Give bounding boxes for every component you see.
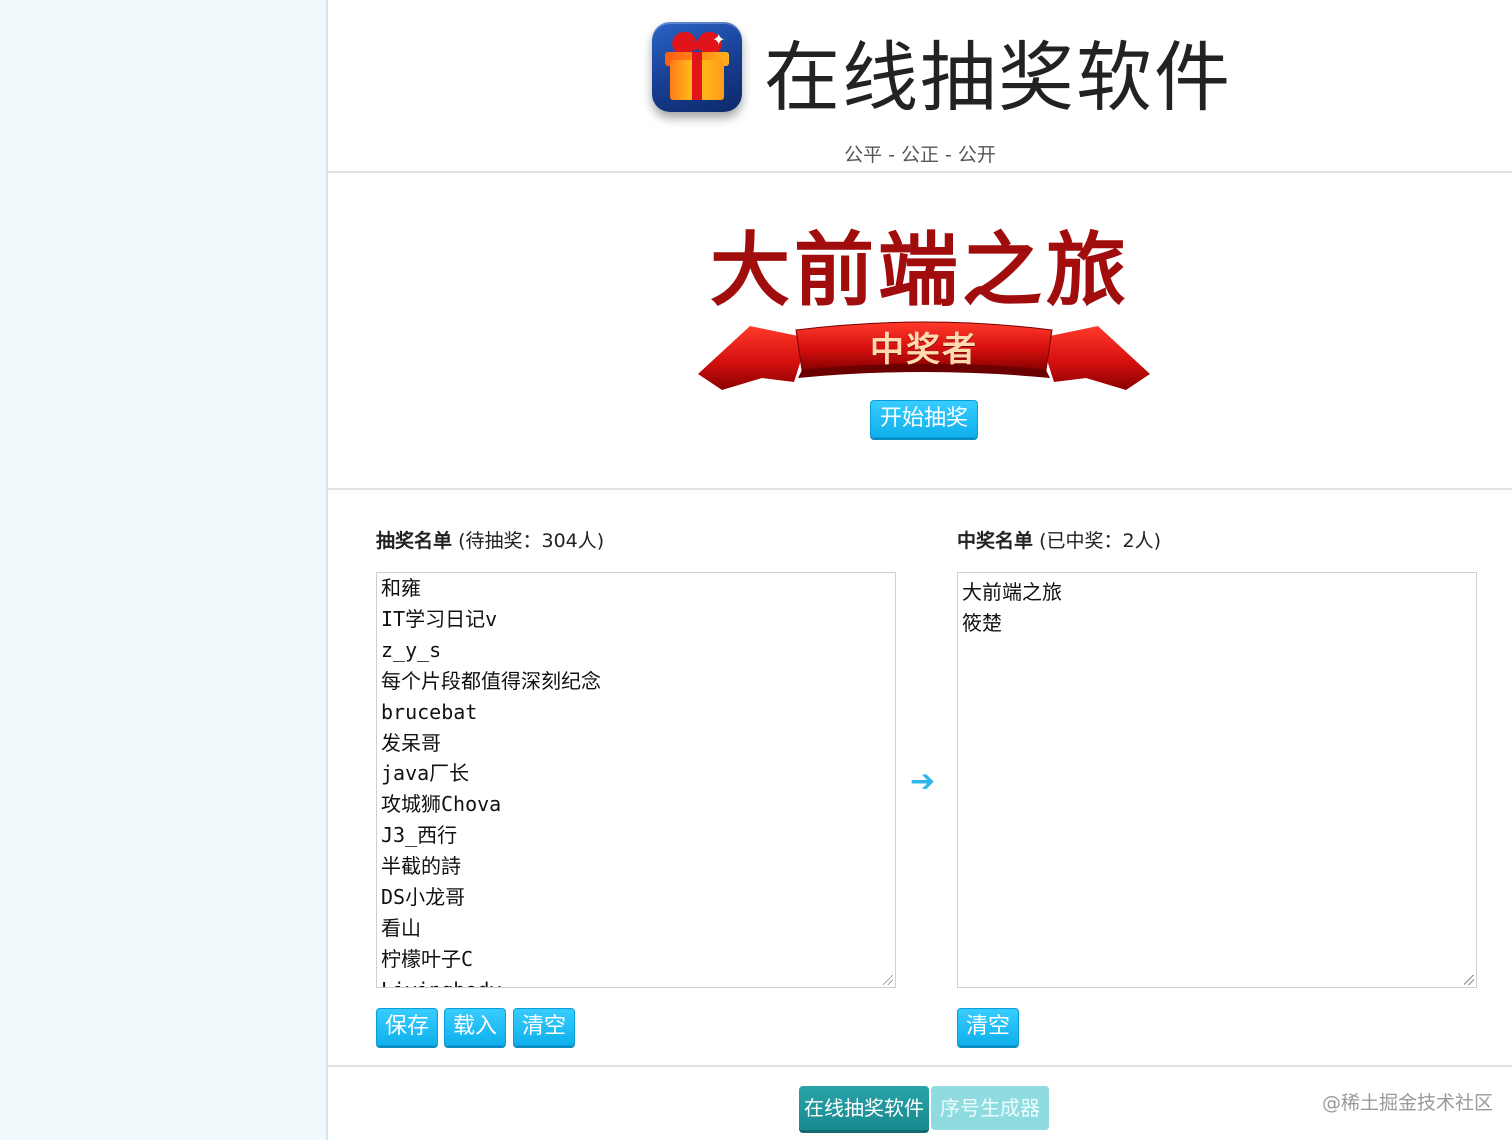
pool-list-count: (待抽奖：304人) xyxy=(458,530,605,552)
list-item: java厂长 xyxy=(381,761,470,786)
list-item: 发呆哥 xyxy=(381,730,441,755)
clear-winners-button[interactable]: 清空 xyxy=(957,1008,1019,1046)
list-item: 大前端之旅 xyxy=(962,580,1062,604)
winner-list-heading: 中奖名单 (已中奖：2人) xyxy=(957,526,1161,553)
arrow-right-icon: ➔ xyxy=(910,764,936,799)
resize-grip-icon[interactable] xyxy=(883,975,893,985)
list-item: 柠檬叶子C xyxy=(381,946,474,971)
clear-pool-button[interactable]: 清空 xyxy=(513,1008,575,1046)
list-item: brucebat xyxy=(381,699,478,724)
list-item: 看山 xyxy=(381,915,421,940)
list-item: J3_西行 xyxy=(381,823,458,848)
list-item: 半截的詩 xyxy=(381,854,461,879)
winner-list-title: 中奖名单 xyxy=(957,530,1034,552)
resize-grip-icon[interactable] xyxy=(1464,975,1474,985)
list-item: DS小龙哥 xyxy=(381,885,466,910)
pool-list-textarea[interactable]: 和雍 IT学习日记v z_y_s 每个片段都值得深刻纪念 brucebat 发呆… xyxy=(376,572,896,988)
winner-list-count: (已中奖：2人) xyxy=(1039,530,1161,552)
footer-divider xyxy=(328,1065,1512,1067)
nav-serial-generator-button[interactable]: 序号生成器 xyxy=(931,1086,1049,1130)
gift-box-icon: ✦ xyxy=(652,22,742,112)
list-item: 筱楚 xyxy=(962,610,1002,635)
list-item: IT学习日记v xyxy=(381,606,498,631)
nav-lottery-button[interactable]: 在线抽奖软件 xyxy=(799,1086,929,1130)
app-title: 在线抽奖软件 xyxy=(764,33,1232,122)
list-item: z_y_s xyxy=(381,637,442,662)
list-item: Livingbody xyxy=(381,975,891,987)
list-item: 和雍 xyxy=(381,576,421,600)
winner-list-textarea[interactable]: 大前端之旅 筱楚 xyxy=(957,572,1477,988)
load-button[interactable]: 载入 xyxy=(444,1008,506,1046)
left-sidebar xyxy=(0,0,328,1140)
draw-divider xyxy=(328,488,1512,490)
list-item: 攻城狮Chova xyxy=(381,792,502,817)
slogan: 公平 - 公正 - 公开 xyxy=(844,144,996,166)
pool-list-title: 抽奖名单 xyxy=(376,530,453,552)
save-button[interactable]: 保存 xyxy=(376,1008,438,1046)
winner-banner: 中奖者 xyxy=(698,316,1150,396)
main-panel: ✦ 在线抽奖软件 公平 - 公正 - 公开 大前端之旅 中奖者 开始抽奖 抽奖名… xyxy=(328,0,1512,1140)
pool-list-heading: 抽奖名单 (待抽奖：304人) xyxy=(376,526,604,553)
start-draw-button[interactable]: 开始抽奖 xyxy=(870,400,978,438)
list-item: 每个片段都值得深刻纪念 xyxy=(381,668,601,693)
header-divider xyxy=(328,171,1512,173)
event-title: 大前端之旅 xyxy=(710,223,1130,317)
watermark: @稀土掘金技术社区 xyxy=(1322,1092,1494,1114)
banner-label: 中奖者 xyxy=(870,330,978,370)
